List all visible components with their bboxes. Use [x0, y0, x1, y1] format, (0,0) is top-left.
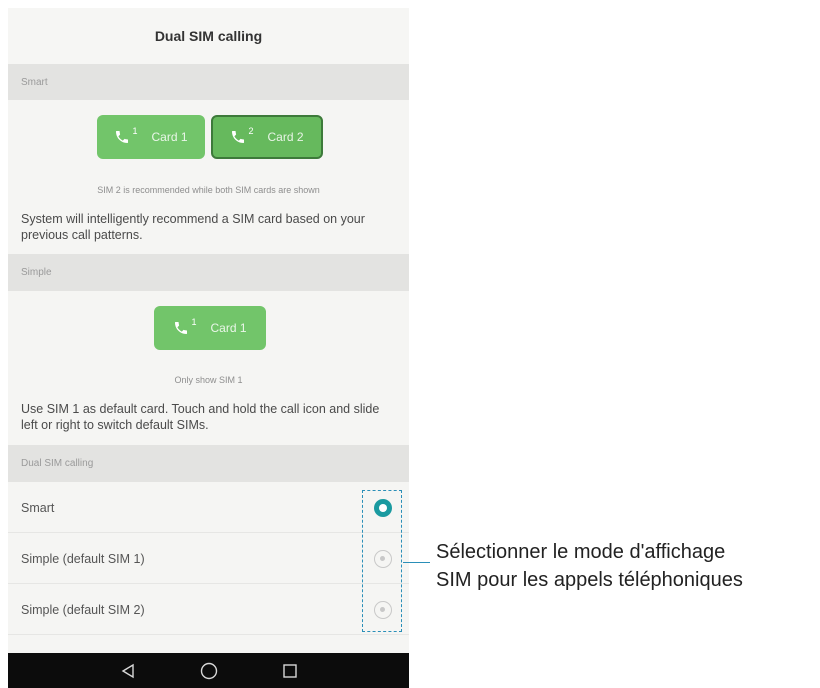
callout-text: Sélectionner le mode d'affichage SIM pou…: [436, 538, 816, 594]
sim-card-label: Card 1: [151, 130, 188, 144]
phone-screen: Dual SIM calling Smart 1 Card 1 2 Card 2…: [8, 8, 409, 688]
sim-card-label: Card 2: [267, 130, 304, 144]
callout-leader-line: [403, 562, 430, 563]
radio-highlight-box: [362, 490, 402, 632]
sim-number: 1: [191, 317, 197, 327]
simple-description: Use SIM 1 as default card. Touch and hol…: [21, 402, 380, 432]
simple-caption: Only show SIM 1: [174, 375, 243, 385]
phone-icon: [116, 131, 129, 143]
option-label: Simple (default SIM 2): [21, 602, 145, 617]
section-header-simple: Simple: [8, 254, 409, 291]
sim-card-1-button[interactable]: 1 Card 1: [97, 115, 205, 159]
navigation-bar: [8, 653, 409, 688]
home-icon[interactable]: [200, 662, 218, 680]
phone-icon: [175, 322, 188, 334]
option-label: Simple (default SIM 1): [21, 551, 145, 566]
section-header-smart: Smart: [8, 64, 409, 100]
callout-line-2: SIM pour les appels téléphoniques: [436, 569, 743, 591]
sim-card-1-simple-button[interactable]: 1 Card 1: [154, 306, 266, 350]
sim-number: 1: [132, 126, 138, 136]
page-title: Dual SIM calling: [8, 8, 409, 64]
sim-card-label: Card 1: [210, 321, 247, 335]
option-label: Smart: [21, 500, 55, 515]
phone-icon: [232, 131, 245, 143]
option-smart[interactable]: Smart: [8, 483, 409, 533]
smart-caption: SIM 2 is recommended while both SIM card…: [97, 185, 320, 195]
sim-card-2-button[interactable]: 2 Card 2: [211, 115, 323, 159]
option-simple-default-sim-1[interactable]: Simple (default SIM 1): [8, 534, 409, 584]
back-icon[interactable]: [120, 663, 136, 679]
option-simple-default-sim-2[interactable]: Simple (default SIM 2): [8, 585, 409, 635]
sim-number: 2: [248, 126, 254, 136]
section-header-dual-sim-calling: Dual SIM calling: [8, 445, 409, 482]
smart-panel: 1 Card 1 2 Card 2 SIM 2 is recommended w…: [8, 100, 409, 254]
recents-icon[interactable]: [282, 663, 298, 679]
callout-line-1: Sélectionner le mode d'affichage: [436, 541, 726, 563]
simple-panel: 1 Card 1 Only show SIM 1 Use SIM 1 as de…: [8, 291, 409, 445]
smart-description: System will intelligently recommend a SI…: [21, 212, 365, 242]
